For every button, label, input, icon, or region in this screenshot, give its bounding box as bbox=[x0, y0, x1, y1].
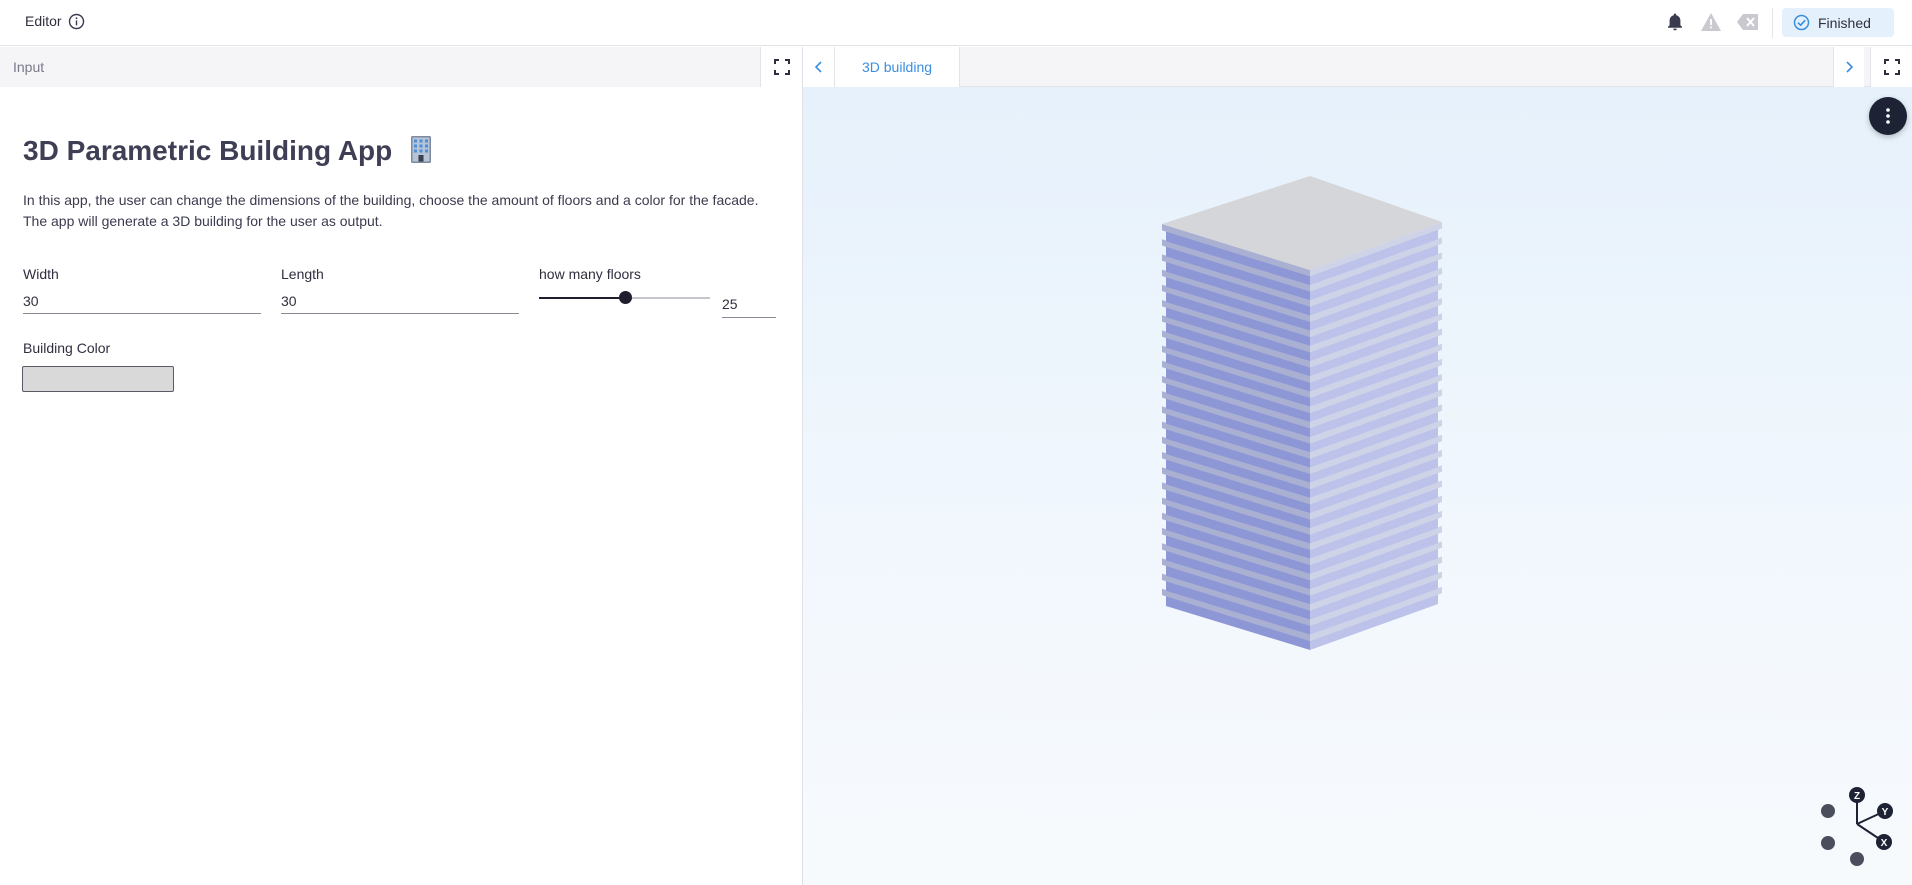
axis-neg-x-dot[interactable] bbox=[1821, 804, 1835, 818]
axis-z-label: Z bbox=[1854, 791, 1860, 802]
floors-label: how many floors bbox=[539, 266, 641, 282]
bell-icon[interactable] bbox=[1666, 12, 1684, 32]
editor-title: Editor bbox=[25, 13, 62, 29]
width-label: Width bbox=[23, 266, 59, 282]
chevron-left-icon bbox=[814, 61, 822, 73]
prev-view-button[interactable] bbox=[803, 47, 834, 87]
status-badge[interactable]: Finished bbox=[1782, 8, 1894, 37]
expand-input-button[interactable] bbox=[760, 47, 802, 87]
floors-input[interactable] bbox=[722, 290, 776, 318]
tab-3d-building[interactable]: 3D building bbox=[834, 47, 960, 87]
office-building-icon bbox=[406, 134, 436, 164]
next-view-button[interactable] bbox=[1833, 47, 1864, 87]
page-title: 3D Parametric Building App bbox=[23, 134, 436, 167]
building-model[interactable] bbox=[803, 87, 1912, 885]
length-label: Length bbox=[281, 266, 324, 282]
building-color-picker[interactable] bbox=[22, 366, 174, 392]
info-icon[interactable] bbox=[68, 13, 85, 30]
axis-y-label: Y bbox=[1882, 807, 1889, 818]
axis-x-label: X bbox=[1881, 838, 1888, 849]
length-input[interactable] bbox=[281, 288, 519, 314]
input-panel-label: Input bbox=[13, 59, 45, 75]
input-panel-header: Input bbox=[0, 47, 802, 87]
top-bar: Editor Finished bbox=[0, 0, 1912, 46]
floors-slider-fill bbox=[539, 297, 625, 299]
page-title-text: 3D Parametric Building App bbox=[23, 135, 393, 166]
viewport-menu-button[interactable] bbox=[1869, 97, 1907, 135]
fullscreen-icon bbox=[773, 59, 790, 75]
more-vertical-icon bbox=[1886, 108, 1890, 124]
axis-neg-z-dot[interactable] bbox=[1850, 852, 1864, 866]
check-circle-icon bbox=[1793, 14, 1810, 31]
expand-output-button[interactable] bbox=[1870, 47, 1912, 87]
floors-slider[interactable] bbox=[539, 291, 710, 304]
status-label: Finished bbox=[1818, 14, 1871, 31]
fullscreen-icon bbox=[1883, 59, 1900, 75]
tab-3d-building-label: 3D building bbox=[861, 59, 933, 75]
output-panel-header: 3D building bbox=[803, 47, 1912, 87]
toolbar-separator bbox=[1772, 8, 1773, 38]
warning-icon[interactable] bbox=[1700, 12, 1722, 32]
app-description: In this app, the user can change the dim… bbox=[23, 192, 759, 229]
3d-viewport[interactable] bbox=[803, 87, 1912, 885]
axis-gizmo[interactable]: Z Y X bbox=[1815, 782, 1905, 872]
clear-icon[interactable] bbox=[1736, 12, 1760, 32]
building-color-label: Building Color bbox=[23, 340, 111, 356]
chevron-right-icon bbox=[1846, 61, 1854, 73]
axis-neg-y-dot[interactable] bbox=[1821, 836, 1835, 850]
floors-slider-thumb[interactable] bbox=[619, 291, 632, 304]
width-input[interactable] bbox=[23, 288, 261, 314]
